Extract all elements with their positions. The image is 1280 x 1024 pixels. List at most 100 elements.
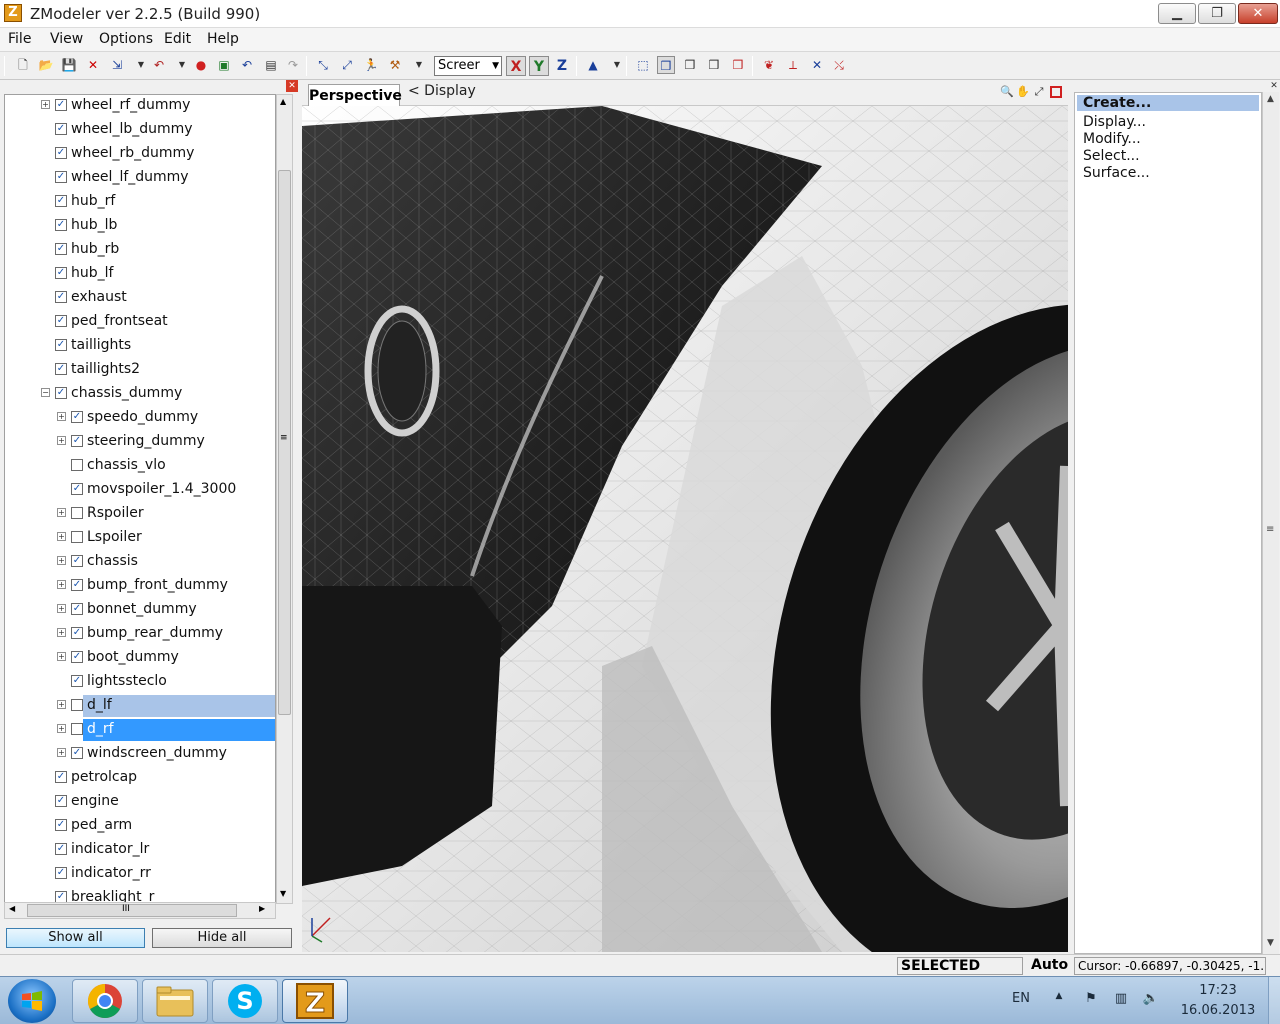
command-create[interactable]: Create... [1077, 95, 1259, 111]
axis-z-toggle[interactable]: Z [552, 56, 572, 76]
axis-red-icon[interactable]: ⟂ [784, 56, 802, 74]
axis-x-icon[interactable]: ⤯ [830, 56, 848, 74]
visibility-checkbox[interactable]: ✓ [71, 555, 83, 567]
menu-help[interactable]: Help [207, 31, 239, 47]
visibility-checkbox[interactable]: ✓ [55, 147, 67, 159]
box-cube-icon[interactable]: ❒ [657, 56, 675, 74]
close-viewport-icon[interactable] [1050, 86, 1062, 98]
dropdown-arrow-icon[interactable]: ▼ [173, 56, 191, 74]
menu-options[interactable]: Options [99, 31, 153, 47]
expand-icon[interactable]: + [57, 580, 66, 589]
tree-node[interactable]: ✓ lightssteclo [5, 671, 275, 693]
visibility-checkbox[interactable]: ✓ [55, 363, 67, 375]
visibility-checkbox[interactable]: ✓ [55, 795, 67, 807]
tree-node[interactable]: ✓ indicator_rr [5, 863, 275, 885]
save-icon[interactable]: 💾 [60, 56, 78, 74]
expand-icon[interactable]: + [57, 748, 66, 757]
tree-node[interactable]: ✓ wheel_lf_dummy [5, 167, 275, 189]
tree-node[interactable]: ✓ ped_frontseat [5, 311, 275, 333]
tree-node[interactable]: + ✓ bump_front_dummy [5, 575, 275, 597]
menu-view[interactable]: View [50, 31, 83, 47]
expand-icon[interactable]: + [57, 724, 66, 733]
tree-node[interactable]: chassis_vlo [5, 455, 275, 477]
tree-node[interactable]: − ✓ chassis_dummy [5, 383, 275, 405]
tree-node[interactable]: ✓ wheel_rb_dummy [5, 143, 275, 165]
explorer-taskbar-button[interactable] [142, 979, 208, 1023]
visibility-checkbox[interactable]: ✓ [55, 867, 67, 879]
box-select-icon[interactable]: ⬚ [634, 56, 652, 74]
tree-node[interactable]: ✓ taillights [5, 335, 275, 357]
tree-node[interactable]: ✓ wheel_lb_dummy [5, 119, 275, 141]
tree-node[interactable]: + d_rf [57, 719, 275, 741]
maximize-button[interactable]: ❐ [1198, 3, 1236, 24]
visibility-checkbox[interactable]: ✓ [71, 483, 83, 495]
cube-icon[interactable]: ❒ [705, 56, 723, 74]
clock-time[interactable]: 17:23 [1180, 983, 1256, 998]
tree-node[interactable]: ✓ taillights2 [5, 359, 275, 381]
pyramid-icon[interactable]: ▲ [584, 56, 602, 74]
tree-node[interactable]: + ✓ windscreen_dummy [5, 743, 275, 765]
clock-date[interactable]: 16.06.2013 [1180, 1003, 1256, 1018]
tree-node[interactable]: ✓ exhaust [5, 287, 275, 309]
notes-icon[interactable]: ▤ [262, 56, 280, 74]
visibility-checkbox[interactable]: ✓ [55, 843, 67, 855]
skype-taskbar-button[interactable]: S [212, 979, 278, 1023]
visibility-checkbox[interactable] [71, 723, 83, 735]
visibility-checkbox[interactable]: ✓ [71, 435, 83, 447]
start-button[interactable] [8, 979, 56, 1023]
tree-node[interactable]: + Rspoiler [5, 503, 275, 525]
tree-node[interactable]: + Lspoiler [5, 527, 275, 549]
dropdown-arrow-icon[interactable]: ▼ [410, 56, 428, 74]
visibility-checkbox[interactable]: ✓ [55, 771, 67, 783]
maximize-icon[interactable]: ⤢ [1032, 85, 1046, 99]
command-select[interactable]: Select... [1083, 148, 1140, 164]
tree-vertical-scrollbar[interactable]: ▲ ≡ ▼ [276, 94, 293, 904]
delete-icon[interactable]: ✕ [84, 56, 102, 74]
expand-icon[interactable]: + [57, 652, 66, 661]
tree-node[interactable]: + ✓ chassis [5, 551, 275, 573]
zmodeler-app-icon[interactable]: Z [4, 4, 22, 22]
new-file-icon[interactable]: 🗋 [14, 56, 32, 74]
tree-node[interactable]: + ✓ boot_dummy [5, 647, 275, 669]
tray-expand-icon[interactable]: ▲ [1050, 991, 1068, 1009]
tree-node[interactable]: + ✓ bump_rear_dummy [5, 623, 275, 645]
flag-icon[interactable]: ⚑ [1082, 991, 1100, 1009]
visibility-checkbox[interactable] [71, 507, 83, 519]
tree-node[interactable]: + ✓ speedo_dummy [5, 407, 275, 429]
tree-node[interactable]: + ✓ steering_dummy [5, 431, 275, 453]
expand-icon[interactable]: + [57, 508, 66, 517]
tree-node[interactable]: + ✓ wheel_rf_dummy [5, 95, 275, 117]
visibility-checkbox[interactable]: ✓ [55, 243, 67, 255]
network-icon[interactable]: ▥ [1112, 991, 1130, 1009]
expand-icon[interactable]: + [57, 604, 66, 613]
visibility-checkbox[interactable]: ✓ [55, 315, 67, 327]
render-icon[interactable]: ▣ [215, 56, 233, 74]
import-icon[interactable]: ⇲ [108, 56, 126, 74]
tree-node[interactable]: ✓ hub_lf [5, 263, 275, 285]
close-icon[interactable]: ✕ [286, 80, 298, 92]
tree-node[interactable]: ✓ hub_rf [5, 191, 275, 213]
command-scrollbar[interactable]: ▲ ≡ ▼ [1262, 92, 1279, 954]
open-folder-icon[interactable]: 📂 [37, 56, 55, 74]
pan-hand-icon[interactable]: ✋ [1016, 85, 1030, 99]
redo-icon[interactable]: ↶ [238, 56, 256, 74]
visibility-checkbox[interactable]: ✓ [71, 747, 83, 759]
visibility-checkbox[interactable]: ✓ [55, 819, 67, 831]
visibility-checkbox[interactable]: ✓ [55, 99, 67, 111]
cube-icon[interactable]: ❒ [681, 56, 699, 74]
visibility-checkbox[interactable]: ✓ [55, 267, 67, 279]
tree-node[interactable]: ✓ hub_lb [5, 215, 275, 237]
zoom-icon[interactable]: 🔍 [1000, 85, 1014, 99]
visibility-checkbox[interactable]: ✓ [55, 291, 67, 303]
expand-icon[interactable]: + [57, 436, 66, 445]
expand-icon[interactable]: + [57, 532, 66, 541]
command-surface[interactable]: Surface... [1083, 165, 1150, 181]
tree-node[interactable]: ✓ movspoiler_1.4_3000 [5, 479, 275, 501]
walk-icon[interactable]: 🏃 [362, 56, 380, 74]
expand-icon[interactable]: + [57, 412, 66, 421]
3d-viewport[interactable] [302, 106, 1068, 952]
display-toggle[interactable]: < Display [408, 83, 476, 99]
axis-x-toggle[interactable]: X [506, 56, 526, 76]
minimize-button[interactable]: ▁ [1158, 3, 1196, 24]
expand-icon[interactable]: + [57, 556, 66, 565]
